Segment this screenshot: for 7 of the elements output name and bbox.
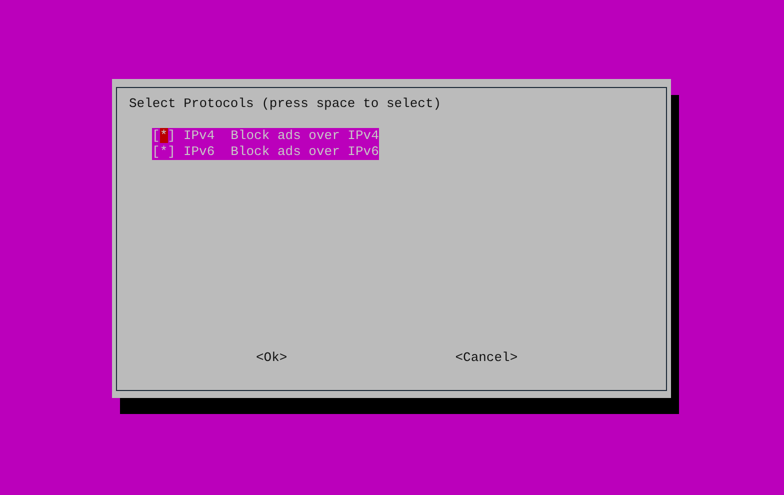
dialog-button[interactable]: <Ok> [256, 350, 288, 366]
dialog-button[interactable]: <Cancel> [455, 350, 518, 366]
checkbox[interactable]: [*] [152, 144, 176, 159]
checklist-item[interactable]: [*] IPv6 Block ads over IPv6 [152, 144, 379, 160]
checkbox[interactable]: [*] [152, 128, 176, 143]
dialog-prompt: Select Protocols (press space to select) [129, 96, 442, 112]
checklist-item[interactable]: [*] IPv4 Block ads over IPv4 [152, 128, 379, 144]
